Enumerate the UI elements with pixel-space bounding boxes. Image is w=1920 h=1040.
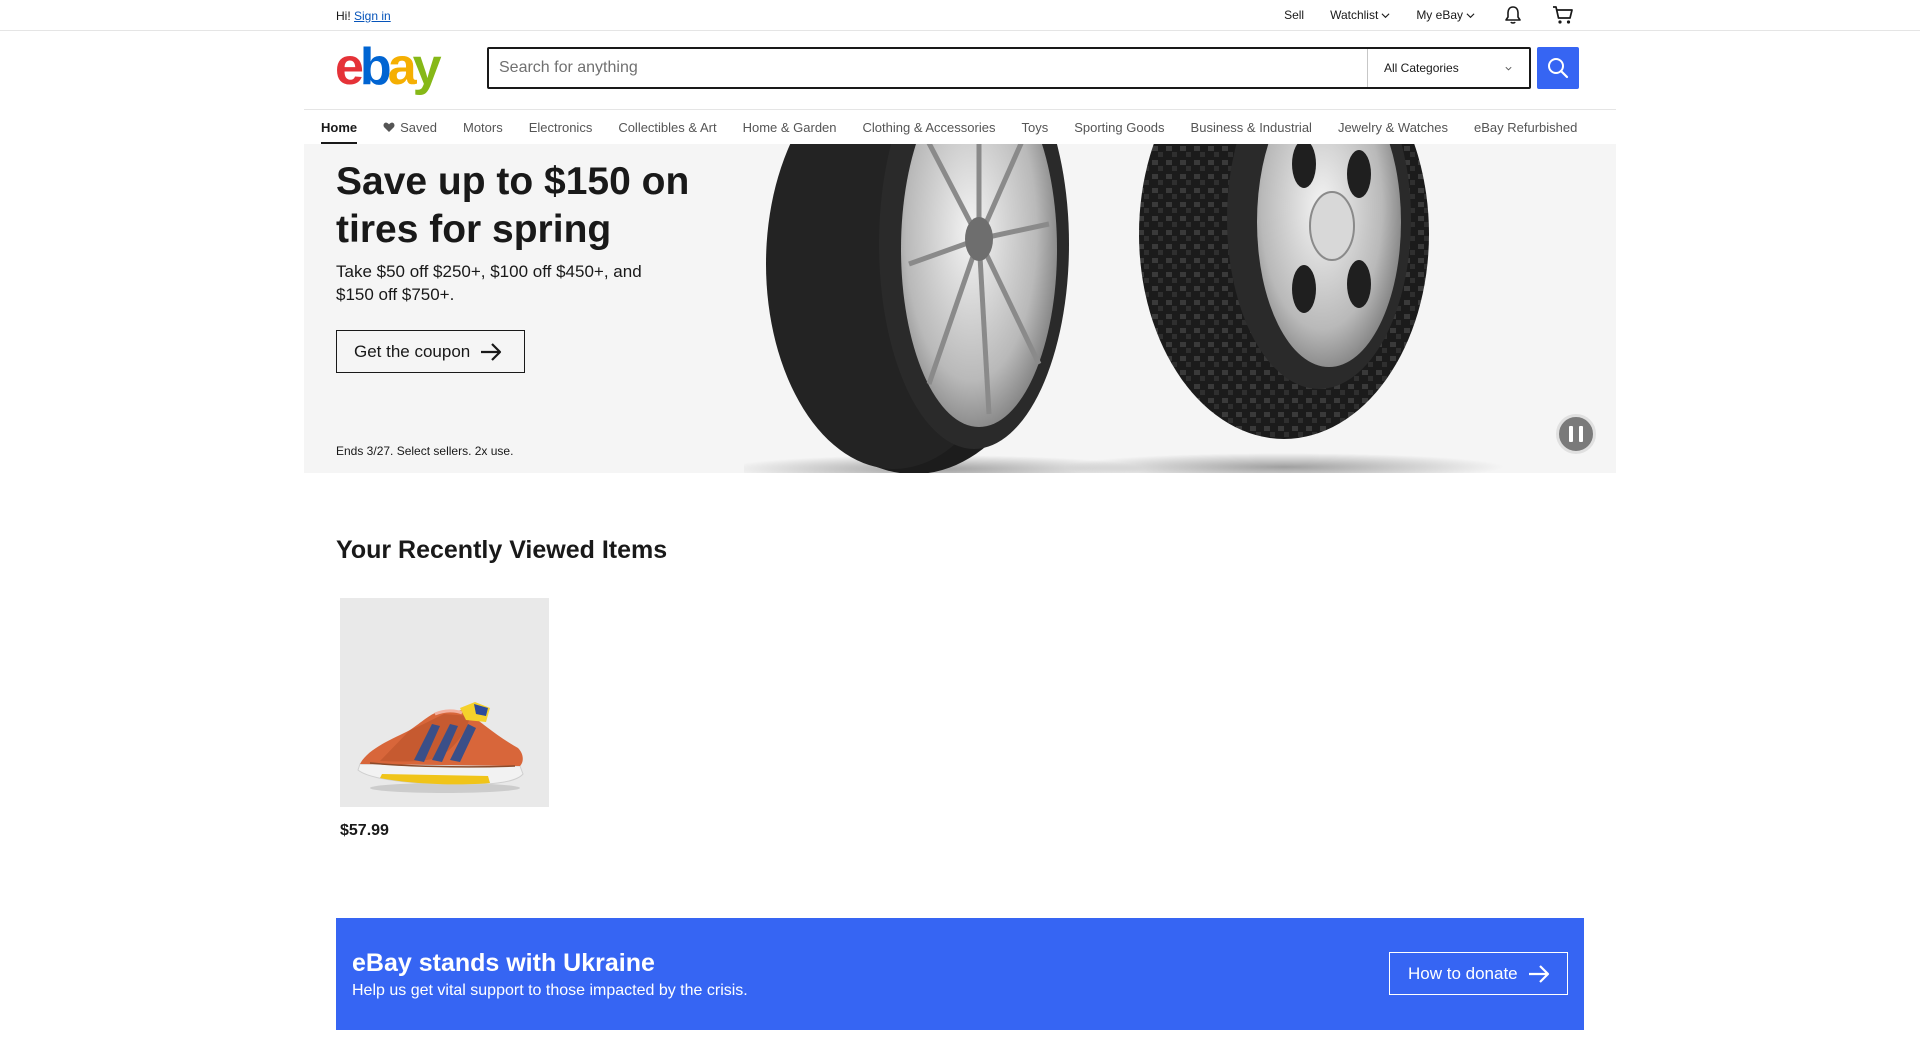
nav-item-toys[interactable]: Toys — [1021, 110, 1048, 144]
nav-item-ebay-refurbished[interactable]: eBay Refurbished — [1474, 110, 1577, 144]
get-coupon-button[interactable]: Get the coupon — [336, 330, 525, 373]
nav-item-label: Toys — [1021, 119, 1049, 135]
ukraine-banner: eBay stands with Ukraine Help us get vit… — [336, 918, 1584, 1030]
sneaker-image — [340, 598, 549, 807]
ukraine-title: eBay stands with Ukraine — [352, 949, 655, 977]
sneaker-icon — [357, 702, 524, 793]
tires-image — [744, 144, 1504, 473]
nav-item-label: eBay Refurbished — [1474, 119, 1578, 135]
nav-item-saved[interactable]: Saved — [383, 110, 437, 144]
nav-item-label: Clothing & Accessories — [862, 119, 996, 135]
pause-icon — [1569, 426, 1573, 442]
hero-fine-print: Ends 3/27. Select sellers. 2x use. — [336, 444, 514, 458]
pause-carousel-button[interactable] — [1556, 414, 1596, 454]
category-select-value: All Categories — [1384, 61, 1459, 75]
recently-viewed-item[interactable]: $57.99 — [340, 598, 549, 848]
nav-item-electronics[interactable]: Electronics — [529, 110, 593, 144]
bell-icon — [1505, 6, 1521, 24]
chevron-down-icon — [1381, 12, 1390, 18]
notifications-button[interactable] — [1501, 3, 1525, 27]
sign-in-link[interactable]: Sign in — [354, 9, 391, 23]
nav-item-label: Saved — [400, 119, 437, 135]
chevron-down-icon — [1466, 12, 1475, 18]
nav-item-label: Collectibles & Art — [618, 119, 717, 135]
top-utility-bar: Hi! Sign in Sell Watchlist My eBay — [0, 0, 1920, 31]
how-to-donate-button[interactable]: How to donate — [1389, 952, 1568, 995]
ukraine-subtitle: Help us get vital support to those impac… — [352, 982, 748, 999]
my-ebay-label: My eBay — [1416, 8, 1463, 22]
nav-item-label: Sporting Goods — [1074, 119, 1165, 135]
svg-text:ebay: ebay — [335, 42, 442, 96]
cart-icon — [1553, 6, 1573, 24]
category-nav-items: Home Saved Motors Electronics Collectibl… — [321, 110, 1577, 144]
nav-item-business-industrial[interactable]: Business & Industrial — [1191, 110, 1312, 144]
nav-item-label: Home & Garden — [742, 119, 837, 135]
sell-link-label: Sell — [1284, 8, 1305, 22]
nav-item-clothing-accessories[interactable]: Clothing & Accessories — [863, 110, 996, 144]
cart-button[interactable] — [1551, 3, 1575, 27]
nav-item-home-garden[interactable]: Home & Garden — [743, 110, 837, 144]
search-input[interactable] — [489, 49, 1367, 87]
search-bar: All Categories — [487, 47, 1531, 89]
nav-item-home[interactable]: Home — [321, 110, 358, 144]
ebay-logo[interactable]: ebay — [335, 42, 455, 96]
watchlist-menu[interactable]: Watchlist — [1330, 8, 1390, 22]
nav-item-collectibles-art[interactable]: Collectibles & Art — [618, 110, 716, 144]
ebay-logo-icon: ebay — [335, 42, 446, 96]
arrow-right-icon — [1528, 964, 1549, 983]
hero-title: Save up to $150 on tires for spring — [336, 160, 690, 251]
nav-item-sporting-goods[interactable]: Sporting Goods — [1074, 110, 1164, 144]
arrow-right-icon — [481, 342, 502, 361]
hero-subtitle: Take $50 off $250+, $100 off $450+, and … — [336, 262, 642, 304]
my-ebay-menu[interactable]: My eBay — [1416, 8, 1475, 22]
heart-icon — [383, 122, 395, 132]
nav-item-label: Home — [321, 119, 358, 135]
watchlist-label: Watchlist — [1330, 8, 1379, 22]
search-button[interactable] — [1537, 47, 1579, 89]
greeting-text: Hi! — [336, 9, 351, 23]
nav-item-label: Business & Industrial — [1190, 119, 1312, 135]
nav-item-jewelry-watches[interactable]: Jewelry & Watches — [1338, 110, 1448, 144]
get-coupon-label: Get the coupon — [354, 341, 471, 361]
top-utility-bar-inner: Hi! Sign in Sell Watchlist My eBay — [336, 0, 1575, 30]
nav-item-motors[interactable]: Motors — [463, 110, 503, 144]
how-to-donate-label: How to donate — [1408, 963, 1518, 983]
pause-icon — [1579, 426, 1583, 442]
item-price: $57.99 — [340, 822, 389, 839]
chevron-down-icon — [1505, 66, 1512, 70]
nav-item-label: Motors — [463, 119, 503, 135]
hero-banner[interactable]: Save up to $150 on tires for spring Take… — [304, 144, 1616, 473]
search-icon — [1548, 58, 1569, 79]
greeting: Hi! Sign in — [336, 9, 391, 23]
category-nav: Home Saved Motors Electronics Collectibl… — [304, 109, 1616, 144]
sell-link[interactable]: Sell — [1284, 8, 1304, 22]
category-select[interactable]: All Categories — [1367, 49, 1529, 87]
recently-viewed-title: Your Recently Viewed Items — [336, 536, 668, 564]
top-right-links: Sell Watchlist My eBay — [1258, 0, 1575, 30]
nav-item-label: Electronics — [528, 119, 593, 135]
nav-item-label: Jewelry & Watches — [1337, 119, 1449, 135]
